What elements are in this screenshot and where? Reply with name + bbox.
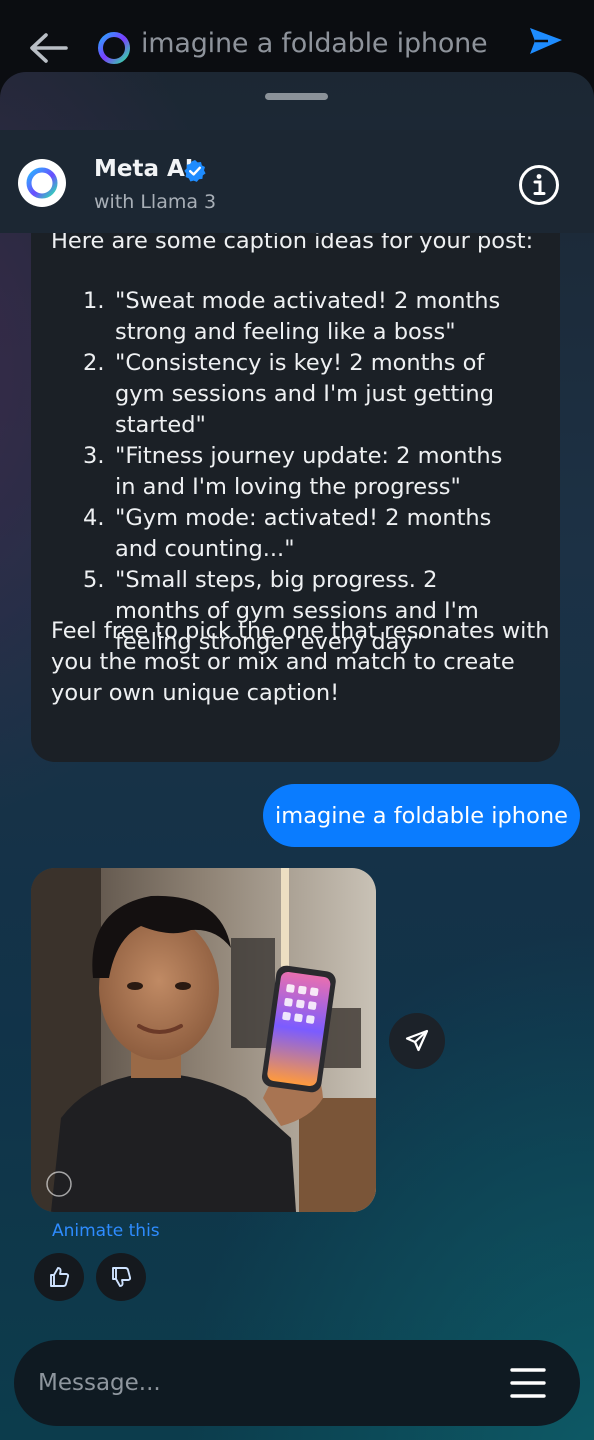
paper-plane-icon (405, 1029, 429, 1052)
list-item: 3. "Fitness journey update: 2 months in … (83, 441, 523, 503)
caption-list: 1. "Sweat mode activated! 2 months stron… (83, 286, 523, 658)
list-item-number: 4. (83, 505, 105, 531)
meta-ai-ring-icon (98, 32, 130, 64)
meta-ai-avatar (18, 159, 66, 207)
list-item-text: "Sweat mode activated! 2 months strong a… (115, 288, 501, 345)
animate-this-link[interactable]: Animate this (52, 1221, 160, 1241)
list-item-number: 3. (83, 443, 105, 469)
list-item: 4. "Gym mode: activated! 2 months and co… (83, 503, 523, 565)
message-input[interactable] (38, 1364, 478, 1402)
like-button[interactable] (34, 1253, 84, 1301)
list-item-number: 1. (83, 288, 105, 314)
list-item-text: "Consistency is key! 2 months of gym ses… (115, 350, 494, 438)
user-message-bubble: imagine a foldable iphone (263, 784, 580, 847)
send-icon[interactable] (526, 22, 566, 62)
share-image-button[interactable] (389, 1013, 445, 1069)
info-icon[interactable] (518, 164, 560, 206)
bot-name: Meta AI (94, 156, 194, 182)
generated-image[interactable] (31, 868, 376, 1212)
list-item-text: "Gym mode: activated! 2 months and count… (115, 505, 492, 562)
sheet-drag-handle[interactable] (265, 93, 328, 100)
menu-icon[interactable] (510, 1366, 546, 1400)
chat-header: Meta AI with Llama 3 (0, 130, 594, 233)
bot-subtitle: with Llama 3 (94, 191, 217, 213)
chat-sheet: Meta AI with Llama 3 Here are some capti… (0, 72, 594, 1440)
list-item: 2. "Consistency is key! 2 months of gym … (83, 348, 523, 441)
arrow-left-icon[interactable] (26, 30, 70, 66)
bot-message-outro: Feel free to pick the one that resonates… (51, 618, 550, 706)
dislike-button[interactable] (96, 1253, 146, 1301)
search-query-text[interactable]: imagine a foldable iphone (141, 28, 488, 59)
verified-badge-icon (184, 160, 206, 182)
bot-message-bubble: Here are some caption ideas for your pos… (31, 192, 560, 762)
list-item-text: "Fitness journey update: 2 months in and… (115, 443, 503, 500)
message-composer (14, 1340, 580, 1426)
thumbs-down-icon (112, 1267, 132, 1287)
thumbs-up-icon (50, 1267, 70, 1287)
list-item-number: 2. (83, 350, 105, 376)
list-item: 1. "Sweat mode activated! 2 months stron… (83, 286, 523, 348)
list-item-number: 5. (83, 567, 105, 593)
